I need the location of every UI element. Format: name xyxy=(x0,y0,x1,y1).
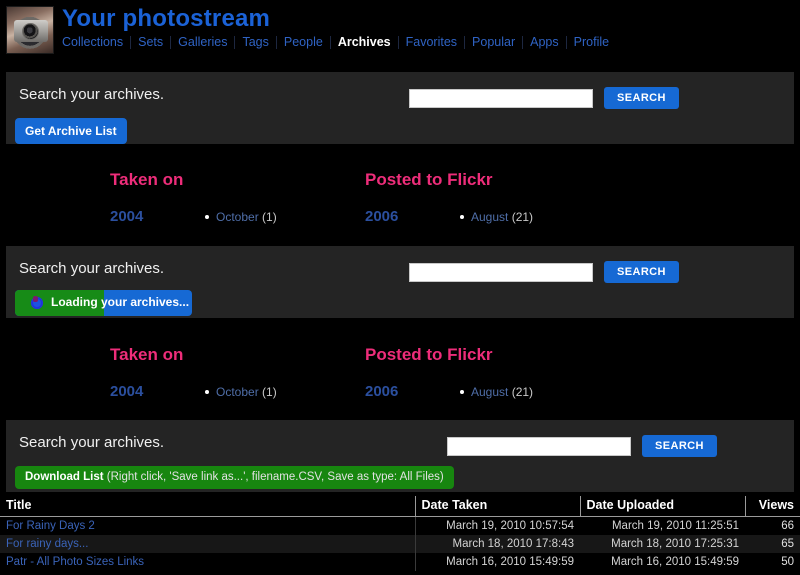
archive-year: 2004 xyxy=(110,383,144,400)
archive-month-list: October (1) xyxy=(202,385,277,399)
nav-item-collections[interactable]: Collections xyxy=(62,34,130,50)
download-list-label: Download List xyxy=(25,471,104,483)
cell-date-uploaded: March 19, 2010 11:25:51 xyxy=(611,520,739,532)
column-header-date-uploaded[interactable]: Date Uploaded xyxy=(579,496,745,517)
cell-title: Patr - All Photo Sizes Links xyxy=(0,553,416,571)
results-table-body: For Rainy Days 2 March 19, 2010 10:57:54 M… xyxy=(0,516,800,571)
cell-views: 66 xyxy=(781,520,794,532)
archive-year: 2004 xyxy=(110,208,144,225)
avatar[interactable] xyxy=(6,6,54,54)
search-input-1[interactable] xyxy=(409,88,593,108)
nav-item-galleries[interactable]: Galleries xyxy=(171,34,234,50)
camera-lens-icon xyxy=(22,23,39,40)
archive-month-list: August (21) xyxy=(457,210,533,224)
nav-item-archives[interactable]: Archives xyxy=(331,34,398,50)
search-button-3[interactable]: SEARCH xyxy=(642,435,717,457)
archive-clip-mask-1 xyxy=(0,232,800,246)
cell-date-taken: March 18, 2010 17:8:43 xyxy=(452,538,574,550)
archive-month-link[interactable]: August xyxy=(471,385,508,399)
download-list-button[interactable]: Download List (Right click, 'Save link a… xyxy=(15,466,454,489)
column-header-date-taken[interactable]: Date Taken xyxy=(414,496,580,517)
archive-column-taken-on-2: Taken on 2004 October (1) xyxy=(110,345,350,400)
search-panel-label-2: Search your archives. xyxy=(19,260,165,277)
search-group-2: SEARCH xyxy=(409,261,679,283)
archive-year: 2006 xyxy=(365,208,399,225)
archive-month-item[interactable]: August (21) xyxy=(459,385,534,399)
download-list-hint: (Right click, 'Save link as...', filenam… xyxy=(106,471,444,483)
archive-month-count: (21) xyxy=(511,210,534,224)
spinner-icon xyxy=(31,296,43,309)
archive-heading: Taken on xyxy=(110,170,184,189)
nav-item-people[interactable]: People xyxy=(277,34,330,50)
archive-clip-mask-2 xyxy=(0,406,800,420)
loading-archives-label: Loading your archives... xyxy=(51,295,190,309)
loading-archives-progress-button[interactable]: Loading your archives... xyxy=(15,290,192,316)
cell-date-uploaded: March 18, 2010 17:25:31 xyxy=(611,538,739,550)
archive-heading: Posted to Flickr xyxy=(365,345,493,364)
nav-item-apps[interactable]: Apps xyxy=(523,34,566,50)
cell-views: 65 xyxy=(781,538,794,550)
table-row[interactable]: For Rainy Days 2 March 19, 2010 10:57:54 M… xyxy=(0,516,800,535)
archive-month-item[interactable]: August (21) xyxy=(459,210,534,224)
search-button-1[interactable]: SEARCH xyxy=(604,87,679,109)
page-title: Your photostream xyxy=(62,5,271,32)
archive-month-count: (21) xyxy=(511,385,534,399)
archive-year-row: 2006 August (21) xyxy=(365,208,605,225)
photo-title-link[interactable]: For rainy days... xyxy=(6,538,88,550)
archive-year-row: 2004 October (1) xyxy=(110,208,350,225)
search-group-3: SEARCH xyxy=(447,435,717,457)
column-header-views[interactable]: Views xyxy=(744,496,800,517)
table-header-row: Title Date Taken Date Uploaded Views xyxy=(0,496,800,517)
search-input-3[interactable] xyxy=(447,436,631,456)
results-table: Title Date Taken Date Uploaded Views For… xyxy=(0,496,800,571)
nav-item-tags[interactable]: Tags xyxy=(235,34,275,50)
search-group-1: SEARCH xyxy=(409,87,679,109)
search-button-2[interactable]: SEARCH xyxy=(604,261,679,283)
search-panel-label-1: Search your archives. xyxy=(19,86,165,103)
archive-month-count: (1) xyxy=(262,385,277,399)
main-navigation: Collections Sets Galleries Tags People Archiv… xyxy=(62,34,616,50)
archive-year-row: 2006 August (21) xyxy=(365,383,605,400)
table-row[interactable]: For rainy days... March 18, 2010 17:8:43 M… xyxy=(0,535,800,553)
archive-month-list: August (21) xyxy=(457,385,533,399)
archive-year: 2006 xyxy=(365,383,399,400)
cell-date-taken: March 16, 2010 15:49:59 xyxy=(446,556,574,568)
search-panel-label-3: Search your archives. xyxy=(19,434,165,451)
nav-item-favorites[interactable]: Favorites xyxy=(399,34,464,50)
photo-title-link[interactable]: Patr - All Photo Sizes Links xyxy=(6,556,144,568)
cell-title: For rainy days... xyxy=(0,535,416,553)
column-header-title[interactable]: Title xyxy=(0,496,415,517)
nav-item-profile[interactable]: Profile xyxy=(567,34,616,50)
photo-title-link[interactable]: For Rainy Days 2 xyxy=(6,520,95,532)
archive-month-item[interactable]: October (1) xyxy=(205,210,277,224)
archive-month-link[interactable]: October xyxy=(216,385,259,399)
search-input-2[interactable] xyxy=(409,262,593,282)
get-archive-list-button[interactable]: Get Archive List xyxy=(15,118,127,144)
nav-item-sets[interactable]: Sets xyxy=(131,34,170,50)
page-header: Your photostream Collections Sets Gallerie… xyxy=(0,0,800,68)
archive-column-posted-to-flickr-1: Posted to Flickr 2006 August (21) xyxy=(365,170,605,225)
cell-title: For Rainy Days 2 xyxy=(0,516,416,535)
nav-item-popular[interactable]: Popular xyxy=(465,34,522,50)
archive-month-list: October (1) xyxy=(202,210,277,224)
archive-heading: Taken on xyxy=(110,345,184,364)
cell-date-uploaded: March 16, 2010 15:49:59 xyxy=(611,556,739,568)
archive-year-row: 2004 October (1) xyxy=(110,383,350,400)
archive-month-count: (1) xyxy=(262,210,277,224)
archive-column-taken-on-1: Taken on 2004 October (1) xyxy=(110,170,350,225)
archive-column-posted-to-flickr-2: Posted to Flickr 2006 August (21) xyxy=(365,345,605,400)
cell-date-taken: March 19, 2010 10:57:54 xyxy=(446,520,574,532)
cell-views: 50 xyxy=(781,556,794,568)
archive-month-link[interactable]: August xyxy=(471,210,508,224)
archive-heading: Posted to Flickr xyxy=(365,170,493,189)
table-row[interactable]: Patr - All Photo Sizes Links March 16, 20… xyxy=(0,553,800,571)
archive-month-link[interactable]: October xyxy=(216,210,259,224)
archive-month-item[interactable]: October (1) xyxy=(205,385,277,399)
